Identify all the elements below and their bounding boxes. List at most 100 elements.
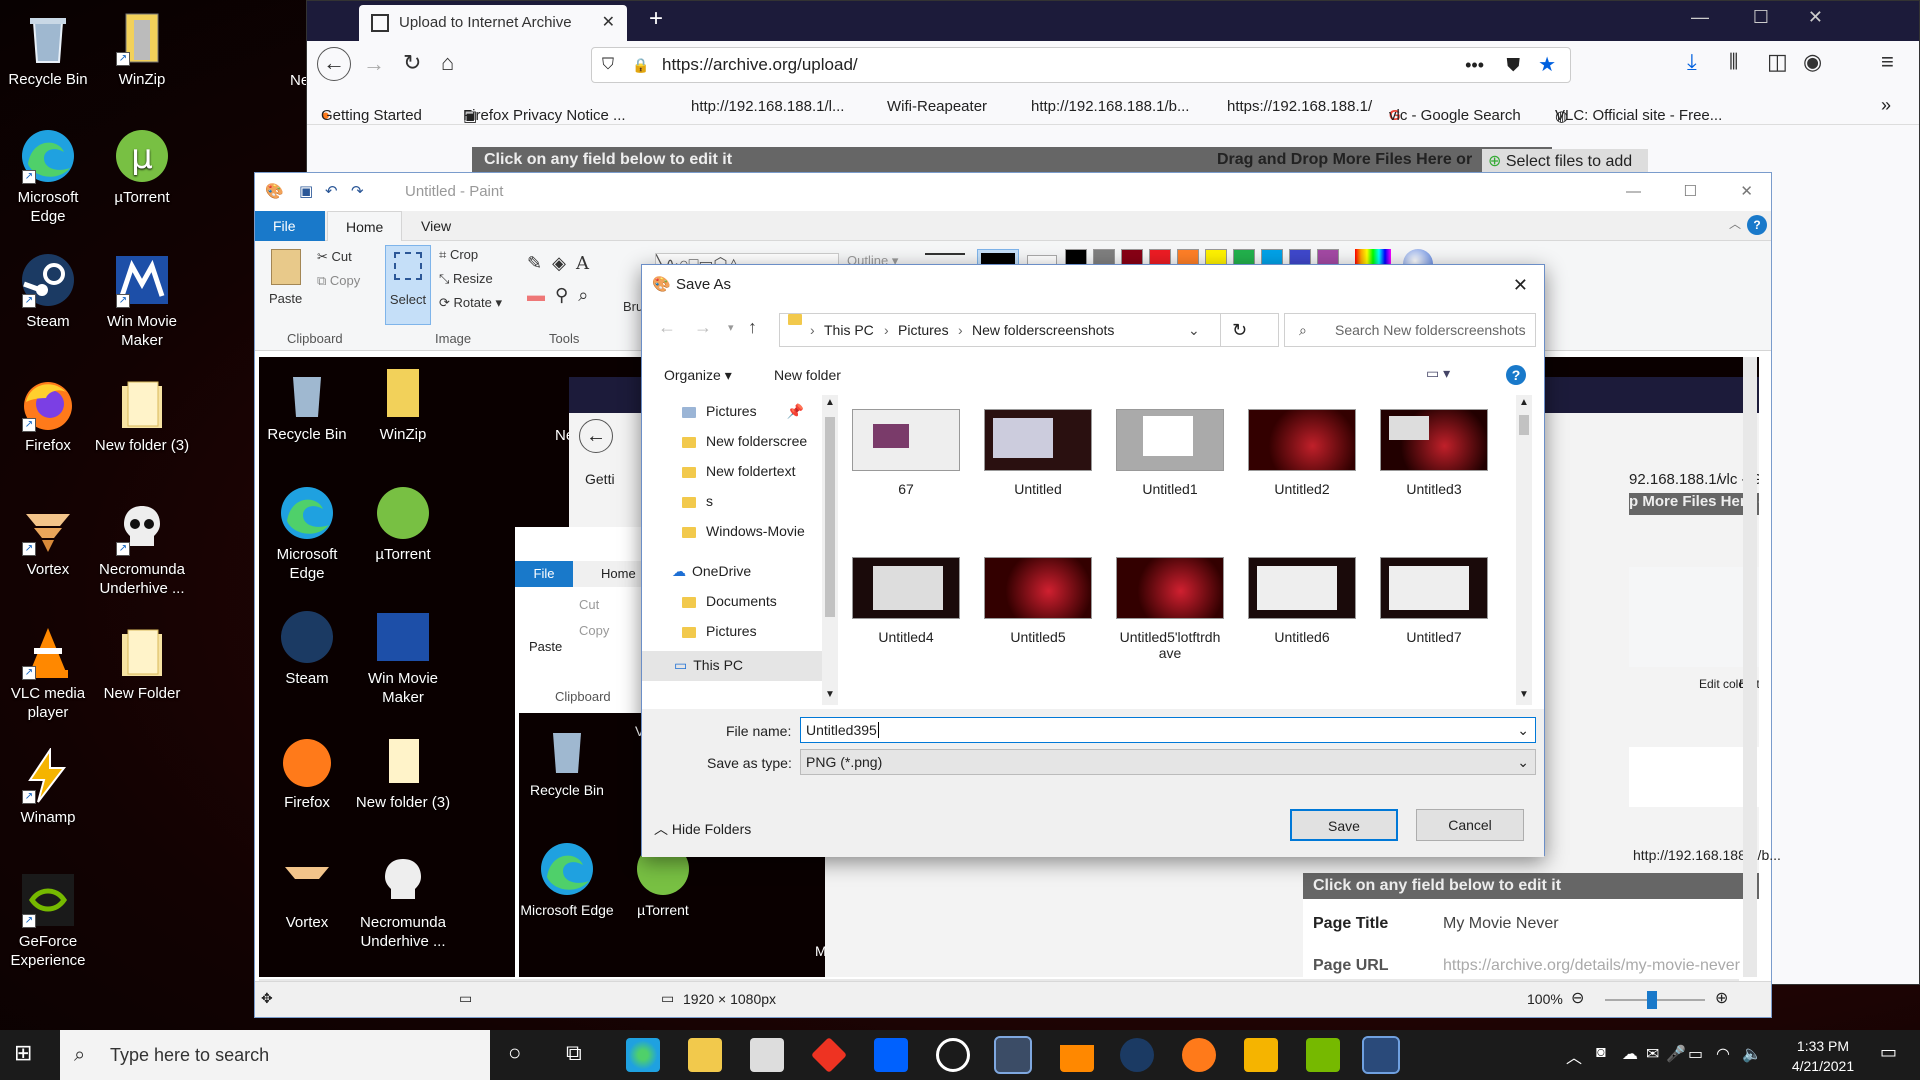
- desktop-icon-utorrent[interactable]: µ µTorrent: [94, 128, 190, 207]
- file-name-input[interactable]: Untitled395 ⌄: [800, 717, 1536, 743]
- file-item[interactable]: 67: [850, 395, 962, 497]
- tree-item-this-pc[interactable]: ▭ This PC: [642, 651, 822, 681]
- tray-onedrive-icon[interactable]: ☁: [1622, 1044, 1638, 1064]
- undo-icon[interactable]: ↶: [325, 173, 338, 211]
- recent-locations-icon[interactable]: ▾: [728, 321, 734, 334]
- taskbar-winamp-icon[interactable]: [1244, 1038, 1278, 1072]
- tools-row-1[interactable]: ✎◈A: [527, 253, 599, 274]
- url-bar[interactable]: ⛉ 🔒 https://archive.org/upload/ ••• ⛊ ★: [591, 47, 1571, 83]
- paint-vertical-scrollbar[interactable]: [1743, 357, 1757, 977]
- tray-date[interactable]: 4/21/2021: [1778, 1058, 1868, 1074]
- library-icon[interactable]: ⫴: [1729, 49, 1738, 75]
- paint-maximize-icon[interactable]: ☐: [1684, 173, 1697, 211]
- taskbar-app-icon[interactable]: [810, 1036, 848, 1074]
- resize-button[interactable]: ⤡ Resize: [439, 271, 493, 287]
- dropdown-icon[interactable]: ⌄: [1517, 718, 1529, 742]
- overflow-chevron-icon[interactable]: »: [1881, 95, 1891, 116]
- redo-icon[interactable]: ↷: [351, 173, 364, 211]
- tools-row-2[interactable]: ▬⚲⌕: [527, 285, 598, 306]
- taskbar-app2-icon[interactable]: [936, 1038, 970, 1072]
- file-item[interactable]: Untitled3: [1378, 395, 1490, 497]
- tab-home[interactable]: Home: [327, 211, 403, 241]
- tab-view[interactable]: View: [403, 211, 469, 241]
- crop-button[interactable]: ⌗ Crop: [439, 247, 478, 263]
- dropdown-icon[interactable]: ⌄: [1517, 750, 1529, 774]
- save-quick-icon[interactable]: ▣: [299, 173, 313, 211]
- maximize-icon[interactable]: ☐: [1753, 7, 1769, 28]
- notifications-icon[interactable]: ▭: [1880, 1042, 1897, 1063]
- cancel-button[interactable]: Cancel: [1416, 809, 1524, 841]
- menu-icon[interactable]: ≡: [1881, 49, 1894, 75]
- tray-battery-icon[interactable]: ▭: [1688, 1044, 1703, 1064]
- home-icon[interactable]: ⌂: [441, 50, 454, 76]
- tab-upload-archive[interactable]: Upload to Internet Archive ✕: [359, 5, 627, 41]
- dialog-help-icon[interactable]: ?: [1506, 365, 1526, 385]
- reload-icon[interactable]: ↻: [403, 50, 421, 76]
- taskbar-dropbox-icon[interactable]: [874, 1038, 908, 1072]
- zoom-out-icon[interactable]: ⊖: [1571, 988, 1584, 1008]
- zoom-slider[interactable]: [1605, 991, 1705, 1009]
- pocket-icon[interactable]: ⛊: [1507, 48, 1521, 82]
- download-icon[interactable]: ⤓: [1687, 49, 1697, 75]
- save-type-select[interactable]: PNG (*.png) ⌄: [800, 749, 1536, 775]
- zoom-slider-thumb[interactable]: [1647, 991, 1657, 1009]
- tray-volume-icon[interactable]: 🔈: [1742, 1044, 1762, 1064]
- desktop-icon-edge[interactable]: ↗↗ Microsoft Edge: [0, 128, 96, 226]
- desktop-icon-geforce[interactable]: ↗ GeForce Experience: [0, 872, 96, 970]
- paint-close-icon[interactable]: ✕: [1740, 173, 1753, 211]
- taskbar-steam2-icon[interactable]: [1362, 1036, 1400, 1074]
- tree-item-onedrive[interactable]: ☁ OneDrive: [672, 563, 751, 580]
- scroll-down-icon[interactable]: ▼: [825, 689, 835, 700]
- organize-button[interactable]: Organize ▾: [664, 367, 732, 384]
- breadcrumb-this-pc[interactable]: This PC: [824, 314, 874, 346]
- desktop-icon-recycle-bin[interactable]: Recycle Bin: [0, 10, 96, 89]
- tree-item-pictures[interactable]: Pictures 📌: [682, 403, 804, 420]
- tree-scrollbar[interactable]: ▲ ▼: [822, 395, 838, 705]
- tray-mic-icon[interactable]: 🎤: [1666, 1044, 1686, 1064]
- bookmark-wifi[interactable]: Wifi-Reapeater: [887, 98, 987, 115]
- hide-folders-button[interactable]: ︿ Hide Folders: [654, 819, 751, 839]
- desktop-icon-necromunda[interactable]: ↗ Necromunda Underhive ...: [94, 500, 190, 598]
- taskbar-steam-icon[interactable]: [1120, 1038, 1154, 1072]
- file-item[interactable]: Untitled: [982, 395, 1094, 497]
- minimize-icon[interactable]: —: [1691, 7, 1709, 28]
- taskbar-geforce-icon[interactable]: [1306, 1038, 1340, 1072]
- grid-scrollbar[interactable]: ▲ ▼: [1516, 395, 1532, 705]
- account-icon[interactable]: ◉: [1803, 49, 1822, 75]
- more-icon[interactable]: •••: [1465, 48, 1484, 82]
- file-item[interactable]: Untitled4: [850, 543, 962, 645]
- desktop-icon-new-folder[interactable]: New Folder: [94, 624, 190, 703]
- cortana-icon[interactable]: ○: [508, 1040, 521, 1066]
- bookmark-router-3[interactable]: https://192.168.188.1/: [1227, 98, 1372, 115]
- taskbar-edge-icon[interactable]: [626, 1038, 660, 1072]
- new-folder-button[interactable]: New folder: [774, 367, 841, 383]
- tree-item-documents[interactable]: Documents: [682, 593, 777, 609]
- tray-wifi-icon[interactable]: ◠: [1716, 1044, 1730, 1064]
- file-item[interactable]: Untitled5'lotftrdh ave: [1114, 543, 1226, 661]
- close-window-icon[interactable]: ✕: [1808, 7, 1823, 28]
- new-tab-icon[interactable]: +: [649, 5, 663, 33]
- select-button[interactable]: Select: [385, 245, 431, 325]
- task-view-icon[interactable]: ⧉: [566, 1040, 582, 1066]
- desktop-icon-vlc[interactable]: ↗ VLC media player: [0, 624, 96, 722]
- nav-forward-icon[interactable]: →: [694, 317, 712, 338]
- file-item[interactable]: Untitled5: [982, 543, 1094, 645]
- taskbar-vlc-icon[interactable]: [1060, 1038, 1094, 1072]
- address-dropdown-icon[interactable]: ⌄: [1188, 314, 1200, 346]
- desktop-icon-movie-maker[interactable]: ↗ Win Movie Maker: [94, 252, 190, 350]
- sidebar-icon[interactable]: ◫: [1767, 49, 1788, 75]
- taskbar-search-input[interactable]: ⌕ Type here to search: [60, 1030, 490, 1080]
- refresh-icon[interactable]: ↻: [1232, 314, 1247, 346]
- back-icon[interactable]: ←: [317, 47, 351, 81]
- address-bar[interactable]: › This PC › Pictures › New folderscreens…: [779, 313, 1279, 347]
- breadcrumb-current[interactable]: New folderscreenshots: [972, 314, 1114, 346]
- scroll-up-icon[interactable]: ▲: [1519, 397, 1529, 408]
- taskbar-explorer-icon[interactable]: [688, 1038, 722, 1072]
- dialog-close-icon[interactable]: ✕: [1513, 265, 1528, 305]
- taskbar-firefox-icon[interactable]: [1182, 1038, 1216, 1072]
- help-icon[interactable]: ?: [1747, 215, 1767, 235]
- tree-item-windows-movie[interactable]: Windows-Movie: [682, 523, 805, 539]
- tree-item-s[interactable]: s: [682, 493, 713, 509]
- desktop-icon-winzip[interactable]: ↗ WinZip: [94, 10, 190, 89]
- copy-button[interactable]: ⧉ Copy: [317, 273, 360, 289]
